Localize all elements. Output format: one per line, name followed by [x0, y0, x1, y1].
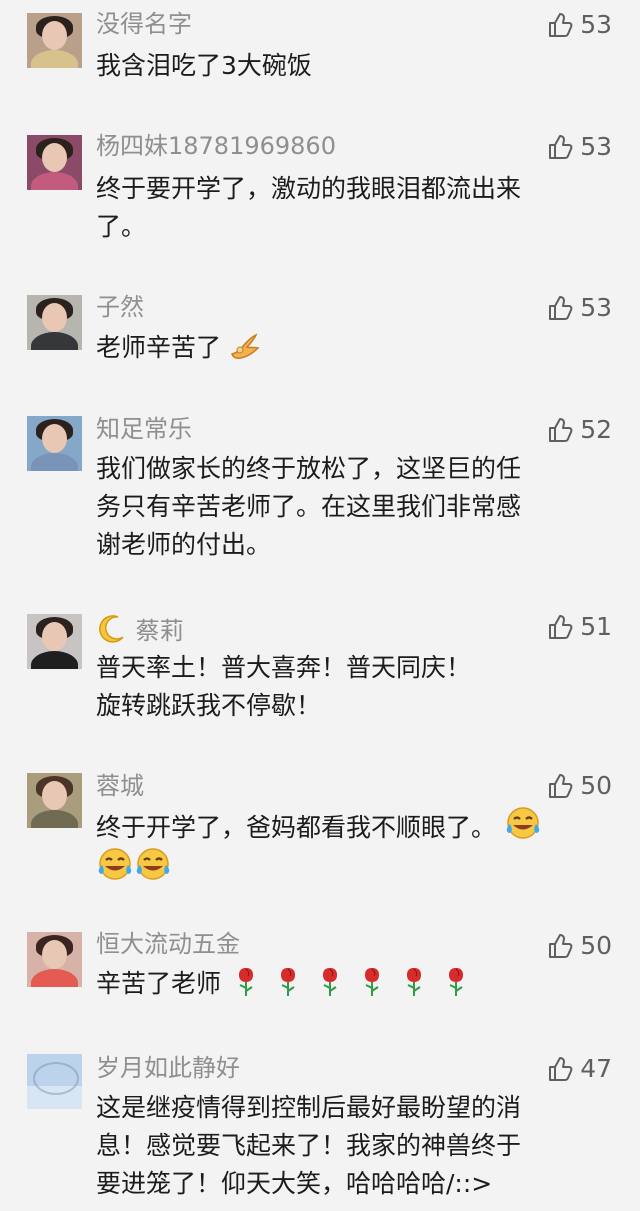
comment-text: 我们做家长的终于放松了，这坚巨的任 务只有辛苦老师了。在这里我们非常感 谢老师的… [96, 450, 596, 564]
avatar[interactable] [27, 416, 82, 471]
rose-emoji [271, 964, 305, 998]
like-button[interactable]: 50 [545, 771, 612, 801]
comment-line: 这是继疫情得到控制后最好最盼望的消 [96, 1093, 522, 1122]
like-count: 53 [580, 132, 612, 161]
comment-line: 普天率土！普大喜奔！普天同庆！ [96, 653, 472, 682]
like-count: 52 [580, 415, 612, 444]
username[interactable]: 知足常乐 [96, 415, 192, 443]
username[interactable]: 恒大流动五金 [96, 930, 240, 958]
thumbs-up-icon [545, 772, 573, 800]
comment-item: 知足常乐 52 我们做家长的终于放松了，这坚巨的任 务只有辛苦老师了。在这里我们… [0, 408, 640, 611]
like-button[interactable]: 50 [545, 931, 612, 961]
like-button[interactable]: 53 [545, 293, 612, 323]
tears-of-joy-emoji [504, 806, 542, 842]
username[interactable]: 蓉城 [96, 772, 144, 800]
like-count: 50 [580, 931, 612, 960]
thumbs-up-icon [545, 133, 573, 161]
comment-line: 我含泪吃了3大碗饭 [96, 51, 312, 80]
rose-emoji [313, 964, 347, 998]
comment-item: 子然 53 老师辛苦了 [0, 293, 640, 408]
avatar[interactable] [27, 932, 82, 987]
thumbs-up-icon [545, 1055, 573, 1083]
thumbs-up-icon [545, 932, 573, 960]
avatar[interactable] [27, 1054, 82, 1109]
username[interactable]: 岁月如此静好 [96, 1054, 240, 1082]
thumbs-up-icon [545, 11, 573, 39]
like-count: 51 [580, 612, 612, 641]
like-count: 50 [580, 771, 612, 800]
comment-item: 恒大流动五金 50 辛苦了老师 [0, 930, 640, 1050]
avatar[interactable] [27, 773, 82, 828]
rose-emoji [439, 964, 473, 998]
comment-text: 我含泪吃了3大碗饭 [96, 47, 596, 85]
comment-line: 我们做家长的终于放松了，这坚巨的任 [96, 454, 522, 483]
comment-line: 务只有辛苦老师了。在这里我们非常感 [96, 492, 522, 521]
comment-text: 终于开学了，爸妈都看我不顺眼了。 [96, 806, 596, 888]
comment-line: 息！感觉要飞起来了！我家的神兽终于 [96, 1131, 522, 1160]
comment-item: 蔡莉 51 普天率土！普大喜奔！普天同庆！ 旋转跳跃我不停歇！ [0, 611, 640, 768]
thumbs-up-icon [545, 294, 573, 322]
like-button[interactable]: 47 [545, 1054, 612, 1084]
avatar[interactable] [27, 614, 82, 669]
tears-of-joy-emoji [96, 847, 134, 883]
comment-line: 老师辛苦了 [96, 329, 596, 367]
comment-item: 蓉城 50 终于开学了，爸妈都看我不顺眼了。 [0, 768, 640, 930]
comment-line [96, 847, 596, 888]
like-button[interactable]: 52 [545, 415, 612, 445]
like-button[interactable]: 53 [545, 132, 612, 162]
crescent-moon-emoji [96, 613, 128, 645]
comment-line: 辛苦了老师 [96, 964, 596, 1003]
comment-text: 普天率土！普大喜奔！普天同庆！ 旋转跳跃我不停歇！ [96, 649, 596, 725]
rose-emoji [355, 964, 389, 998]
rose-emoji [397, 964, 431, 998]
rose-emoji [229, 964, 263, 998]
comment-text: 这是继疫情得到控制后最好最盼望的消 息！感觉要飞起来了！我家的神兽终于 要进笼了… [96, 1089, 596, 1203]
avatar[interactable] [27, 135, 82, 190]
comment-item: 杨四妹18781969860 53 终于要开学了，激动的我眼泪都流出来 了。 [0, 108, 640, 293]
like-count: 53 [580, 293, 612, 322]
like-button[interactable]: 51 [545, 612, 612, 642]
username[interactable]: 子然 [96, 293, 144, 321]
comment-line: 了。 [96, 212, 147, 241]
thumbs-up-icon [545, 416, 573, 444]
ok-hand-emoji [229, 330, 263, 362]
avatar[interactable] [27, 295, 82, 350]
username[interactable]: 杨四妹18781969860 [96, 132, 336, 160]
comment-list: 没得名字 53 我含泪吃了3大碗饭 杨四妹18781969860 53 终于要开… [0, 0, 640, 1211]
username[interactable]: 没得名字 [96, 10, 192, 38]
comment-item: 岁月如此静好 47 这是继疫情得到控制后最好最盼望的消 息！感觉要飞起来了！我家… [0, 1050, 640, 1211]
username[interactable]: 蔡莉 [96, 613, 184, 645]
thumbs-up-icon [545, 613, 573, 641]
like-count: 47 [580, 1054, 612, 1083]
comment-text: 辛苦了老师 [96, 964, 596, 1003]
tears-of-joy-emoji [134, 847, 172, 883]
comment-line: 旋转跳跃我不停歇！ [96, 691, 322, 720]
comment-line: 谢老师的付出。 [96, 530, 272, 559]
avatar[interactable] [27, 13, 82, 68]
comment-line: 终于要开学了，激动的我眼泪都流出来 [96, 174, 522, 203]
like-count: 53 [580, 10, 612, 39]
comment-line: 终于开学了，爸妈都看我不顺眼了。 [96, 806, 596, 847]
username-text[interactable]: 蔡莉 [136, 617, 184, 645]
comment-line: 要进笼了！仰天大笑，哈哈哈哈/::> [96, 1169, 493, 1198]
comment-item: 没得名字 53 我含泪吃了3大碗饭 [0, 0, 640, 108]
comment-text: 终于要开学了，激动的我眼泪都流出来 了。 [96, 170, 596, 246]
comment-text: 老师辛苦了 [96, 329, 596, 367]
like-button[interactable]: 53 [545, 10, 612, 40]
